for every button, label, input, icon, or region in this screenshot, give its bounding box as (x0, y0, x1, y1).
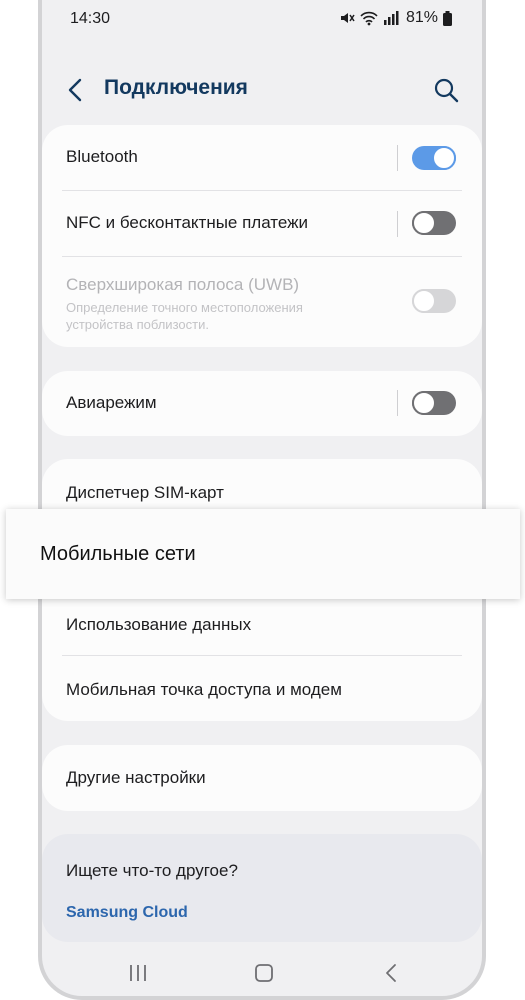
bluetooth-row[interactable]: Bluetooth (42, 125, 482, 191)
home-icon[interactable] (254, 964, 274, 982)
uwb-toggle (412, 289, 456, 313)
battery-percent: 81% (405, 9, 438, 26)
navigation-bar (42, 950, 482, 996)
connections-card-4: Другие настройки (42, 745, 482, 811)
back-icon[interactable] (384, 963, 398, 983)
nfc-row[interactable]: NFC и бесконтактные платежи (42, 191, 482, 257)
mobile-networks-label: Мобильные сети (40, 543, 196, 565)
search-icon[interactable] (432, 76, 460, 104)
wifi-icon (360, 11, 378, 26)
mobile-networks-row[interactable]: Мобильные сети (6, 509, 520, 599)
airplane-row[interactable]: Авиарежим (42, 371, 482, 436)
phone-frame: 14:30 81% Подключения Bluetooth NFC и бе… (38, 0, 486, 1000)
sim-manager-row[interactable]: Диспетчер SIM-карт (42, 459, 482, 515)
bluetooth-label: Bluetooth (66, 147, 138, 166)
other-settings-row[interactable]: Другие настройки (42, 745, 482, 811)
connections-card-2: Авиарежим (42, 371, 482, 436)
uwb-description: Определение точного местоположения устро… (66, 300, 303, 332)
airplane-label: Авиарежим (66, 393, 157, 412)
separator (397, 390, 398, 416)
app-bar: Подключения (42, 62, 482, 118)
status-bar: 14:30 81% (42, 0, 482, 40)
samsung-cloud-link[interactable]: Samsung Cloud (66, 904, 188, 922)
hotspot-label: Мобильная точка доступа и модем (66, 680, 342, 699)
hotspot-row[interactable]: Мобильная точка доступа и модем (42, 656, 482, 721)
status-icons: 81% (339, 9, 452, 27)
other-settings-label: Другие настройки (66, 768, 206, 787)
connections-card-1: Bluetooth NFC и бесконтактные платежи Св… (42, 125, 482, 347)
bluetooth-toggle[interactable] (412, 146, 456, 170)
data-usage-row[interactable]: Использование данных (42, 599, 482, 655)
sim-manager-label: Диспетчер SIM-карт (66, 483, 224, 502)
separator (397, 211, 398, 237)
signal-icon (383, 11, 399, 25)
chevron-left-icon[interactable] (64, 76, 88, 104)
recents-icon[interactable] (128, 964, 148, 982)
airplane-toggle[interactable] (412, 391, 456, 415)
data-usage-label: Использование данных (66, 615, 252, 634)
uwb-label: Сверхширокая полоса (UWB) (66, 275, 300, 294)
mute-icon (340, 13, 355, 23)
nfc-toggle[interactable] (412, 211, 456, 235)
nfc-label: NFC и бесконтактные платежи (66, 213, 309, 232)
battery-icon (443, 10, 452, 26)
uwb-row: Сверхширокая полоса (UWB) Определение то… (42, 257, 482, 347)
page-title: Подключения (104, 76, 248, 99)
separator (397, 145, 398, 171)
find-more-title: Ищете что-то другое? (66, 861, 238, 880)
find-more-card: Ищете что-то другое? Samsung Cloud (42, 834, 482, 942)
status-time: 14:30 (70, 10, 111, 27)
